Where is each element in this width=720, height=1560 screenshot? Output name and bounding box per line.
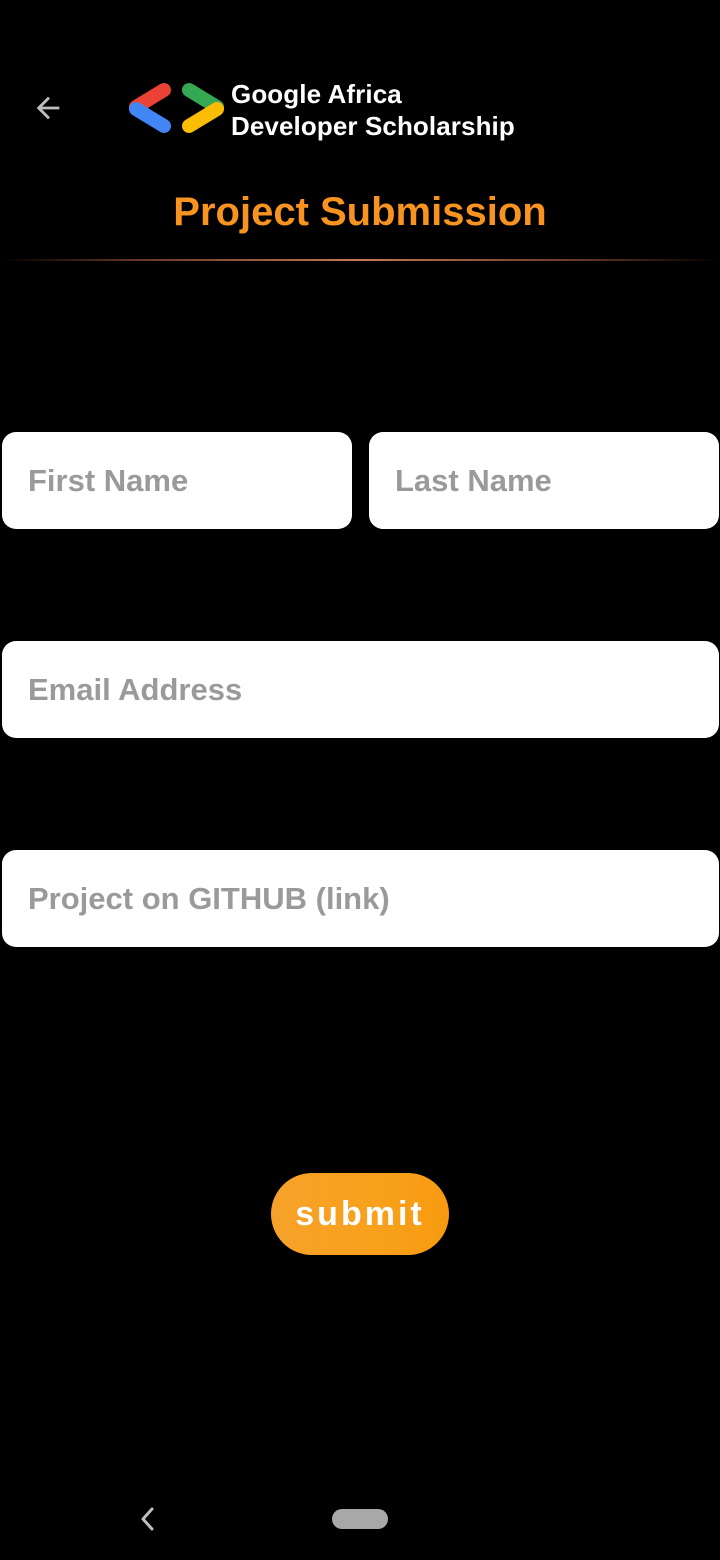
page-title: Project Submission: [173, 190, 547, 234]
first-name-input[interactable]: [28, 462, 352, 499]
system-back-button[interactable]: [130, 1500, 166, 1538]
last-name-field[interactable]: [369, 432, 719, 529]
google-developers-logo-icon: [129, 83, 224, 133]
email-field[interactable]: [2, 641, 719, 738]
home-pill-icon[interactable]: [332, 1509, 388, 1529]
last-name-input[interactable]: [395, 462, 719, 499]
back-button[interactable]: [22, 82, 74, 134]
brand-name: Google Africa Developer Scholarship: [231, 78, 515, 142]
github-link-input[interactable]: [28, 880, 719, 917]
brand-line-1: Google Africa: [231, 79, 402, 109]
chevron-left-icon: [141, 1507, 154, 1531]
first-name-field[interactable]: [2, 432, 352, 529]
github-link-field[interactable]: [2, 850, 719, 947]
submit-button[interactable]: submit: [271, 1173, 449, 1255]
app-screen: Google Africa Developer Scholarship Proj…: [0, 0, 720, 1560]
arrow-left-icon: [36, 96, 60, 120]
header-divider: [0, 259, 720, 261]
email-input[interactable]: [28, 671, 719, 708]
brand-line-2: Developer Scholarship: [231, 111, 515, 141]
